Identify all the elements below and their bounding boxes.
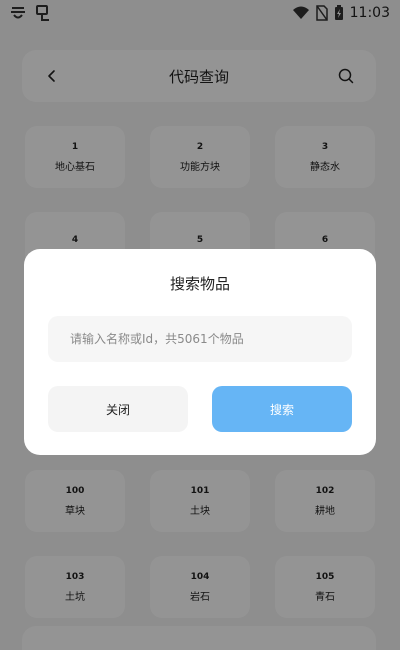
- close-button[interactable]: 关闭: [48, 386, 188, 432]
- dialog-title: 搜索物品: [169, 275, 230, 293]
- search-input[interactable]: [48, 316, 352, 362]
- search-submit-button[interactable]: 搜索: [212, 386, 352, 432]
- search-dialog: 搜索物品 关闭 搜索: [24, 249, 376, 455]
